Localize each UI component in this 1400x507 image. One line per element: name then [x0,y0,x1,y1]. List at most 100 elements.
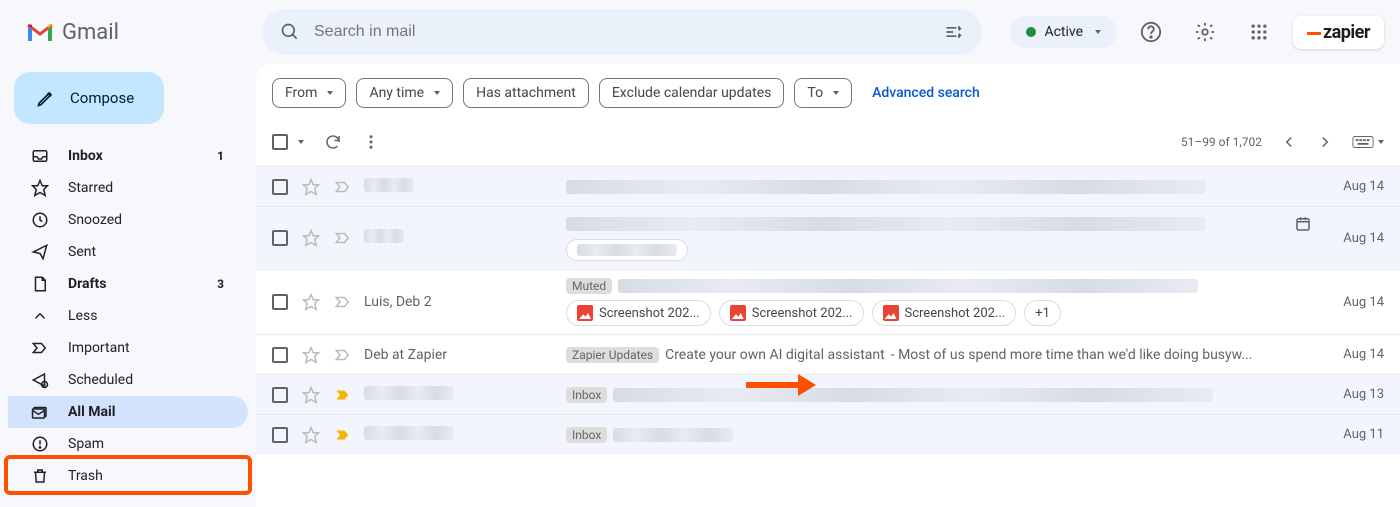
input-tool-icon[interactable] [1352,135,1384,149]
refresh-icon[interactable] [324,133,342,151]
sidebar-item-all-mail[interactable]: All Mail [8,396,248,428]
inbox-label: Inbox [566,427,607,443]
row-checkbox[interactable] [272,387,288,403]
important-icon[interactable] [334,293,352,311]
attachment-chip[interactable]: Screenshot 202... [872,300,1017,326]
email-row-muted[interactable]: Luis, Deb 2 Muted Screenshot 202... Scre… [256,269,1400,334]
redacted-content [566,180,1206,194]
star-icon[interactable] [302,229,320,247]
row-checkbox[interactable] [272,179,288,195]
attachment-chip[interactable]: Screenshot 202... [719,300,864,326]
pencil-icon [36,88,56,108]
redacted-sender [364,229,404,243]
important-icon[interactable] [334,346,352,364]
email-row[interactable]: Aug 14 [256,206,1400,269]
attachment-chip[interactable]: Screenshot 202... [566,300,711,326]
chevron-up-icon [30,307,50,325]
chevron-down-icon [829,85,839,101]
row-checkbox[interactable] [272,347,288,363]
email-row[interactable]: Aug 14 [256,166,1400,206]
email-row[interactable]: Inbox Aug 11 [256,414,1400,454]
email-row[interactable]: Inbox Aug 13 [256,374,1400,414]
next-page-icon[interactable] [1316,133,1334,151]
gmail-logo-icon [26,21,54,43]
row-checkbox[interactable] [272,230,288,246]
sidebar-item-trash[interactable]: Trash [8,460,248,492]
sidebar-item-important[interactable]: Important [8,332,248,364]
gear-icon[interactable] [1185,12,1225,52]
sidebar-item-snoozed[interactable]: Snoozed [8,204,248,236]
filter-has-attachment[interactable]: Has attachment [463,78,589,108]
star-icon[interactable] [302,178,320,196]
row-sender: Deb at Zapier [364,347,554,363]
search-input[interactable] [314,23,930,41]
sidebar-item-spam[interactable]: Spam [8,428,248,460]
redacted-sender [364,426,454,440]
send-icon [30,243,50,261]
redacted-sender [364,178,414,192]
sidebar-item-starred[interactable]: Starred [8,172,248,204]
logo-area: Gmail [16,20,246,45]
row-date: Aug 14 [1324,295,1384,310]
important-icon[interactable] [334,386,352,404]
apps-grid-icon[interactable] [1239,12,1279,52]
row-date: Aug 11 [1324,427,1384,442]
toolbar: 51–99 of 1,702 [256,118,1400,166]
important-icon[interactable] [334,178,352,196]
star-icon[interactable] [302,346,320,364]
chevron-down-icon [294,134,304,150]
status-chip[interactable]: Active [1010,16,1117,48]
main-panel: From Any time Has attachment Exclude cal… [256,64,1400,507]
important-icon[interactable] [334,426,352,444]
redacted-content [618,279,1198,293]
row-date: Aug 14 [1324,347,1384,362]
file-icon [30,275,50,293]
important-icon[interactable] [334,229,352,247]
sidebar-item-less[interactable]: Less [8,300,248,332]
redacted-content [613,428,733,442]
row-date: Aug 13 [1324,387,1384,402]
sidebar-item-inbox[interactable]: Inbox 1 [8,140,248,172]
pagination-label: 51–99 of 1,702 [1181,135,1262,149]
sidebar-item-scheduled[interactable]: Scheduled [8,364,248,396]
spam-icon [30,435,50,453]
redacted-sender [364,386,454,400]
inbox-icon [30,147,50,165]
image-icon [730,305,746,321]
compose-button[interactable]: Compose [14,72,164,124]
annotation-arrow [746,378,816,392]
filter-to[interactable]: To [794,78,852,108]
filter-row: From Any time Has attachment Exclude cal… [256,64,1400,118]
prev-page-icon[interactable] [1280,133,1298,151]
redacted-content [566,217,1206,231]
help-icon[interactable] [1131,12,1171,52]
star-icon [30,179,50,197]
sidebar-item-drafts[interactable]: Drafts 3 [8,268,248,300]
select-all-checkbox[interactable] [272,134,304,150]
image-icon [883,305,899,321]
row-checkbox[interactable] [272,427,288,443]
sidebar-item-sent[interactable]: Sent [8,236,248,268]
search-bar[interactable] [262,9,982,55]
trash-icon [30,467,50,485]
star-icon[interactable] [302,386,320,404]
advanced-search-link[interactable]: Advanced search [872,85,980,101]
row-checkbox[interactable] [272,294,288,310]
filter-from[interactable]: From [272,78,346,108]
brand-logo[interactable]: zapier [1293,16,1384,49]
redacted-content [613,388,1213,402]
status-dot-icon [1026,27,1036,37]
row-date: Aug 14 [1324,231,1384,246]
filter-exclude-calendar[interactable]: Exclude calendar updates [599,78,785,108]
attachment-overflow[interactable]: +1 [1024,300,1061,326]
search-options-icon[interactable] [944,22,964,42]
email-row[interactable]: Deb at Zapier Zapier Updates Create your… [256,334,1400,374]
calendar-icon [1294,215,1312,233]
star-icon[interactable] [302,426,320,444]
star-icon[interactable] [302,293,320,311]
redacted-chip [566,239,688,261]
chevron-down-icon [430,85,440,101]
more-icon[interactable] [362,133,380,151]
compose-label: Compose [70,89,134,107]
filter-any-time[interactable]: Any time [356,78,453,108]
